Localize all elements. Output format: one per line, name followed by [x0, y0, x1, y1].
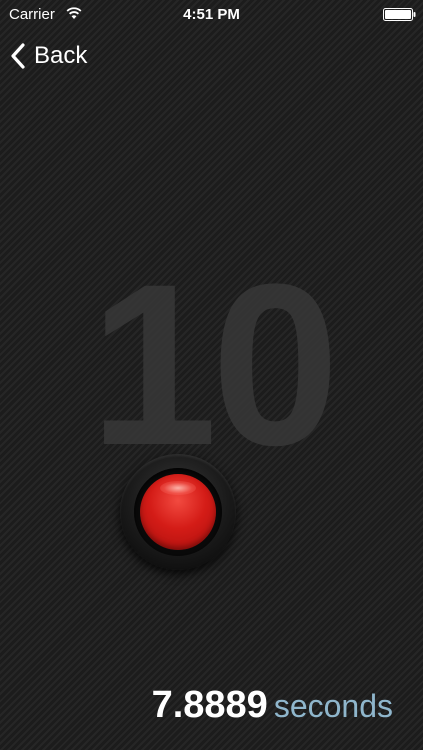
elapsed-time-unit: seconds: [273, 688, 393, 724]
back-label: Back: [34, 42, 88, 69]
button-highlight: [160, 481, 196, 495]
red-push-button[interactable]: [120, 454, 236, 570]
countdown-number: 10: [89, 236, 340, 493]
elapsed-time-readout: 7.8889 seconds: [152, 684, 393, 727]
elapsed-time-value: 7.8889: [151, 684, 268, 726]
red-button-icon: [140, 474, 216, 550]
chevron-left-icon: [11, 43, 25, 69]
status-bar: Carrier 4:51 PM: [0, 0, 423, 30]
battery-full-icon: [383, 8, 416, 21]
button-bezel: [134, 468, 222, 556]
timer-screen: Carrier 4:51 PM Back 10 7.8889 seconds: [0, 0, 423, 750]
status-time: 4:51 PM: [183, 6, 240, 23]
back-button[interactable]: Back: [10, 40, 87, 72]
